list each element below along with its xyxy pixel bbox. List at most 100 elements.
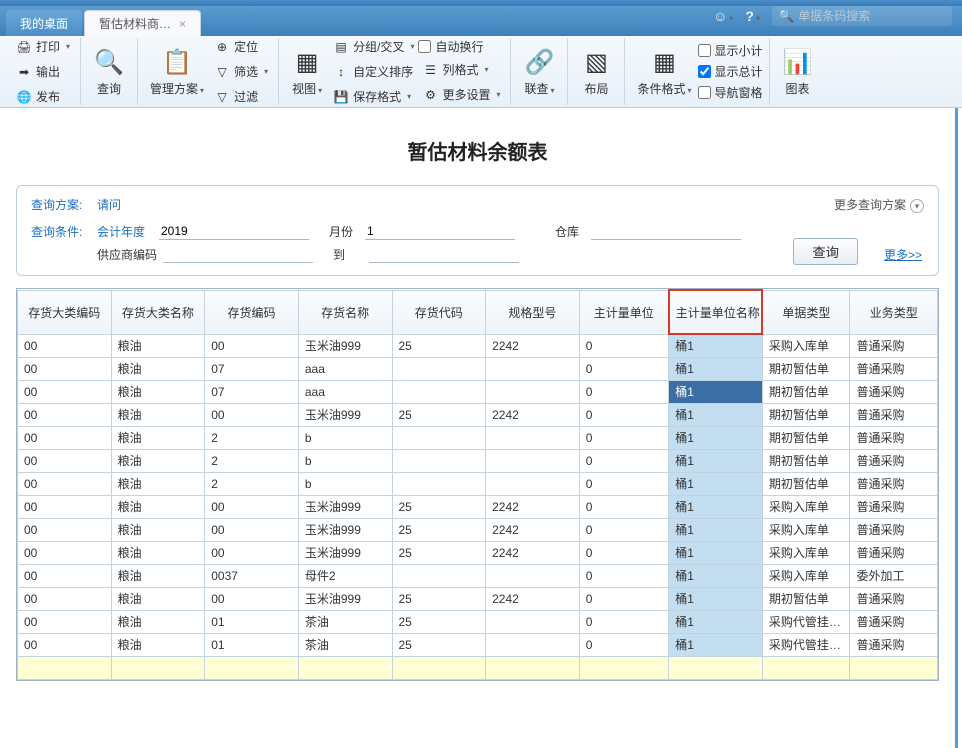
- cell[interactable]: b: [298, 449, 392, 472]
- cell[interactable]: 粮油: [111, 472, 205, 495]
- cell[interactable]: 粮油: [111, 357, 205, 380]
- layout-button[interactable]: ▧布局: [574, 44, 618, 99]
- fy-input[interactable]: [159, 223, 309, 240]
- col-header[interactable]: 业务类型: [850, 290, 938, 334]
- table-row[interactable]: [18, 656, 938, 679]
- chart-button[interactable]: 📊图表: [776, 44, 820, 99]
- cell[interactable]: 玉米油999: [298, 495, 392, 518]
- table-row[interactable]: 00粮油2b0桶1期初暂估单普通采购: [18, 449, 938, 472]
- table-row[interactable]: 00粮油00玉米油9992522420桶1期初暂估单普通采购: [18, 403, 938, 426]
- tab-report[interactable]: 暂估材料商… ×: [84, 10, 201, 36]
- cell[interactable]: 桶1: [669, 495, 763, 518]
- cell[interactable]: 采购入库单: [762, 541, 850, 564]
- cell[interactable]: 普通采购: [850, 541, 938, 564]
- cell[interactable]: [486, 357, 580, 380]
- to-input[interactable]: [369, 246, 519, 263]
- cell[interactable]: [486, 380, 580, 403]
- cell[interactable]: 普通采购: [850, 357, 938, 380]
- cell[interactable]: 采购代管挂…: [762, 610, 850, 633]
- auto-wrap-check[interactable]: 自动换行: [418, 37, 504, 57]
- cell[interactable]: 0: [579, 518, 669, 541]
- cell[interactable]: [392, 564, 486, 587]
- cell[interactable]: 2: [205, 472, 299, 495]
- help-icon[interactable]: ?▾: [745, 8, 760, 24]
- cell[interactable]: 2242: [486, 541, 580, 564]
- cell[interactable]: 玉米油999: [298, 541, 392, 564]
- cell[interactable]: [18, 656, 112, 679]
- col-header[interactable]: 存货大类编码: [18, 290, 112, 334]
- cell[interactable]: 25: [392, 610, 486, 633]
- cell[interactable]: 期初暂估单: [762, 380, 850, 403]
- cell[interactable]: 00: [18, 380, 112, 403]
- cell[interactable]: 桶1: [669, 357, 763, 380]
- more-query-plan[interactable]: 更多查询方案▾: [834, 196, 924, 213]
- col-format-button[interactable]: ☰列格式▾: [418, 58, 504, 82]
- cell[interactable]: 采购入库单: [762, 564, 850, 587]
- locate-button[interactable]: ⊕定位: [210, 35, 272, 59]
- cell[interactable]: 0: [579, 472, 669, 495]
- cell[interactable]: 00: [205, 495, 299, 518]
- cell[interactable]: 桶1: [669, 426, 763, 449]
- cell[interactable]: 粮油: [111, 495, 205, 518]
- custom-sort-button[interactable]: ↕自定义排序: [329, 60, 418, 84]
- cell[interactable]: 0: [579, 380, 669, 403]
- barcode-search-input[interactable]: [798, 9, 948, 23]
- query-plan-value[interactable]: 请问: [97, 196, 121, 213]
- cell[interactable]: 桶1: [669, 610, 763, 633]
- table-row[interactable]: 00粮油07aaa0桶1期初暂估单普通采购: [18, 357, 938, 380]
- cell[interactable]: 2242: [486, 518, 580, 541]
- cell[interactable]: 普通采购: [850, 380, 938, 403]
- table-row[interactable]: 00粮油00玉米油9992522420桶1采购入库单普通采购: [18, 495, 938, 518]
- table-row[interactable]: 00粮油0037母件20桶1采购入库单委外加工: [18, 564, 938, 587]
- cell[interactable]: 00: [18, 357, 112, 380]
- cell[interactable]: 00: [18, 495, 112, 518]
- cell[interactable]: 00: [18, 472, 112, 495]
- cell[interactable]: 期初暂估单: [762, 357, 850, 380]
- filter2-button[interactable]: ▽过滤: [210, 85, 272, 109]
- cell[interactable]: 00: [18, 633, 112, 656]
- cell[interactable]: [669, 656, 763, 679]
- cell[interactable]: 0: [579, 541, 669, 564]
- cell[interactable]: 0: [579, 449, 669, 472]
- cell[interactable]: [392, 426, 486, 449]
- cell[interactable]: 普通采购: [850, 426, 938, 449]
- cell[interactable]: 粮油: [111, 564, 205, 587]
- cell[interactable]: 粮油: [111, 380, 205, 403]
- cell[interactable]: [486, 426, 580, 449]
- cell[interactable]: [298, 656, 392, 679]
- cell[interactable]: 25: [392, 541, 486, 564]
- cell[interactable]: 00: [205, 541, 299, 564]
- cell[interactable]: 粮油: [111, 449, 205, 472]
- col-header[interactable]: 单据类型: [762, 290, 850, 334]
- cell[interactable]: 普通采购: [850, 633, 938, 656]
- cell[interactable]: [392, 472, 486, 495]
- cell[interactable]: 粮油: [111, 633, 205, 656]
- cell[interactable]: 桶1: [669, 518, 763, 541]
- cell[interactable]: [111, 656, 205, 679]
- cell[interactable]: 采购入库单: [762, 518, 850, 541]
- cell[interactable]: 25: [392, 403, 486, 426]
- cell[interactable]: 茶油: [298, 633, 392, 656]
- more-link[interactable]: 更多>>: [884, 246, 922, 263]
- cell[interactable]: aaa: [298, 380, 392, 403]
- cell[interactable]: 00: [18, 426, 112, 449]
- cell[interactable]: 00: [18, 518, 112, 541]
- manage-plan-button[interactable]: 📋管理方案▾: [144, 44, 210, 99]
- cell[interactable]: 粮油: [111, 426, 205, 449]
- cell[interactable]: 0: [579, 587, 669, 610]
- cell[interactable]: 2: [205, 449, 299, 472]
- nav-pane-check[interactable]: 导航窗格: [698, 83, 763, 103]
- cell[interactable]: 期初暂估单: [762, 426, 850, 449]
- do-query-button[interactable]: 查询: [793, 238, 858, 265]
- cell[interactable]: 桶1: [669, 403, 763, 426]
- cell[interactable]: 普通采购: [850, 587, 938, 610]
- cell[interactable]: 普通采购: [850, 472, 938, 495]
- cell[interactable]: 00: [18, 541, 112, 564]
- cell[interactable]: 00: [205, 334, 299, 357]
- more-set-button[interactable]: ⚙更多设置▾: [418, 83, 504, 107]
- cell[interactable]: 玉米油999: [298, 587, 392, 610]
- table-row[interactable]: 00粮油00玉米油9992522420桶1期初暂估单普通采购: [18, 587, 938, 610]
- cell[interactable]: [486, 472, 580, 495]
- cell[interactable]: aaa: [298, 357, 392, 380]
- table-row[interactable]: 00粮油00玉米油9992522420桶1采购入库单普通采购: [18, 541, 938, 564]
